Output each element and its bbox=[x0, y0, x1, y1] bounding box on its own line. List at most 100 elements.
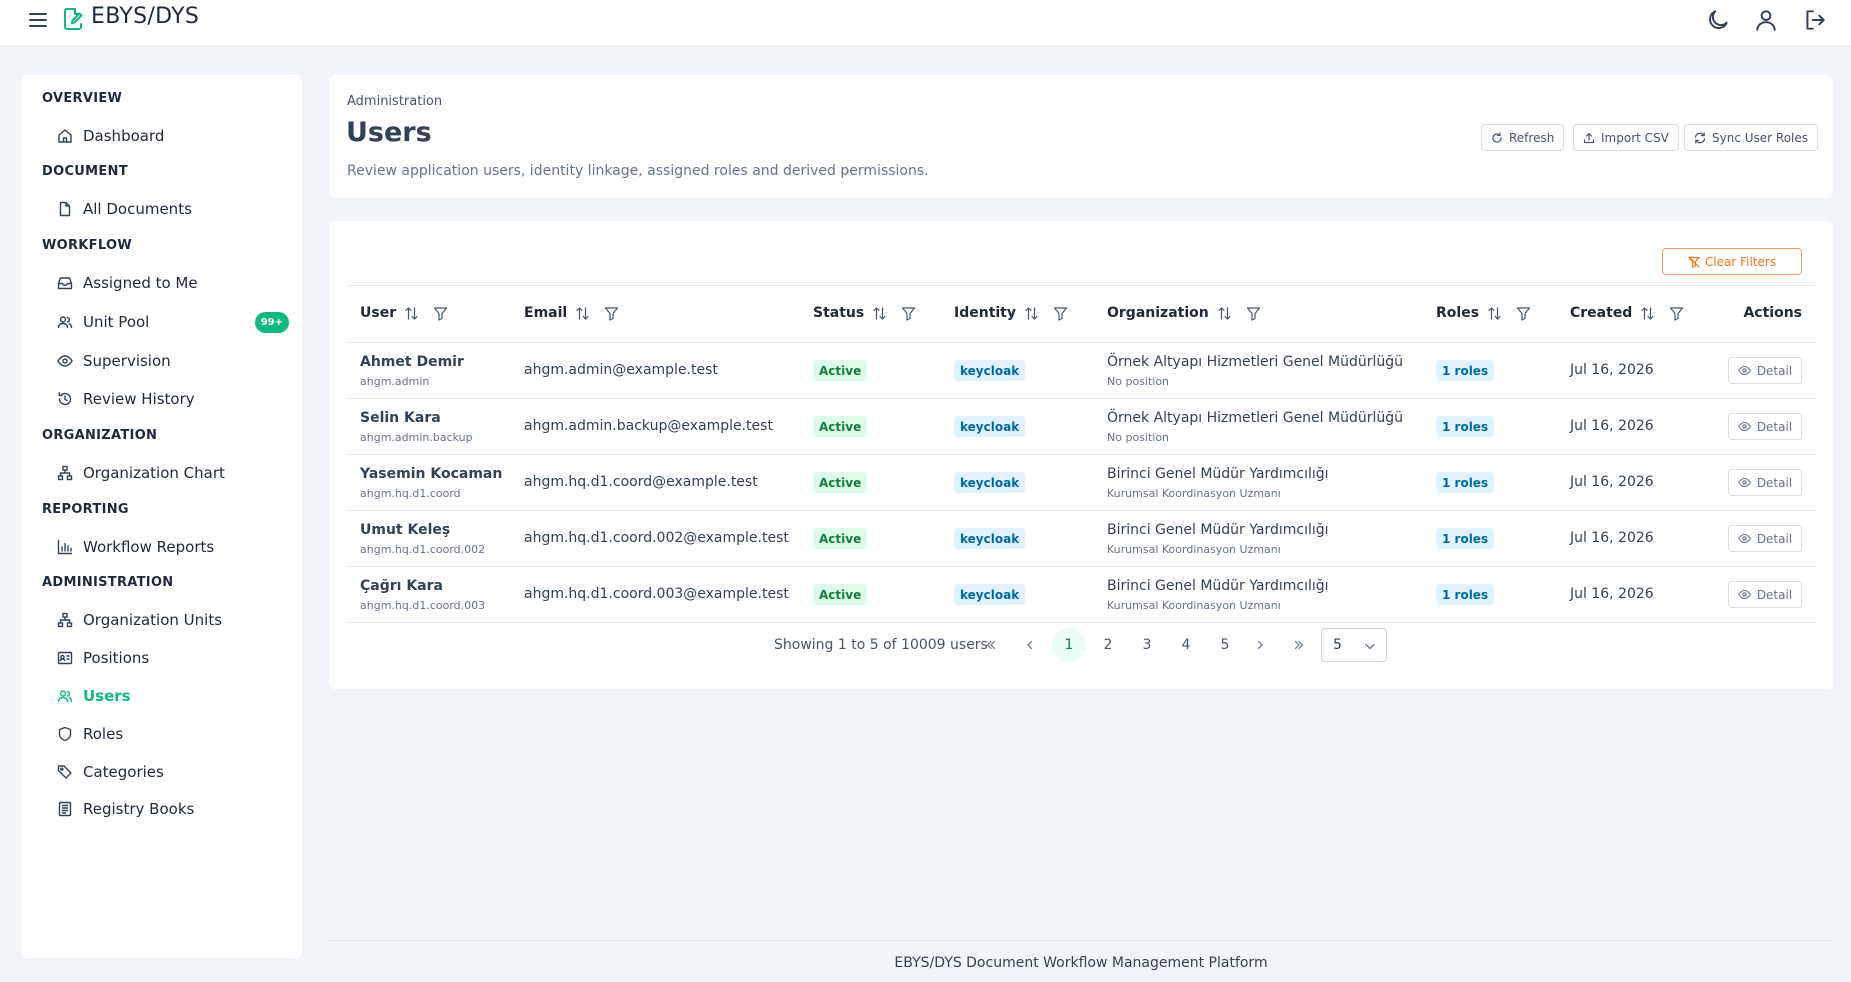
sort-icon[interactable] bbox=[1024, 306, 1039, 321]
sitemap-icon bbox=[57, 465, 73, 481]
page-title: Users bbox=[346, 117, 432, 148]
column-header-user[interactable]: User bbox=[360, 305, 448, 321]
filter-slash-icon bbox=[1688, 255, 1700, 268]
sync-user-roles-button[interactable]: Sync User Roles bbox=[1684, 124, 1819, 151]
detail-button[interactable]: Detail bbox=[1728, 581, 1802, 608]
column-header-organization[interactable]: Organization bbox=[1107, 305, 1261, 321]
sidebar-item-categories[interactable]: Categories bbox=[57, 756, 293, 788]
column-header-label: Status bbox=[813, 305, 865, 321]
organization-position: Kurumsal Koordinasyon Uzmanı bbox=[1107, 599, 1281, 612]
sidebar-item-unit-pool[interactable]: Unit Pool 99+ bbox=[57, 306, 293, 338]
organization-name: Birinci Genel Müdür Yardımcılığı bbox=[1107, 578, 1329, 594]
column-header-label: Roles bbox=[1436, 305, 1480, 321]
hamburger-menu-icon[interactable] bbox=[26, 8, 50, 32]
sort-icon[interactable] bbox=[404, 306, 419, 321]
column-header-created[interactable]: Created bbox=[1570, 305, 1684, 321]
sort-icon[interactable] bbox=[575, 306, 590, 321]
filter-icon[interactable] bbox=[1516, 306, 1531, 321]
sort-icon[interactable] bbox=[1217, 306, 1232, 321]
next-page-button[interactable] bbox=[1243, 628, 1277, 662]
table-row[interactable]: Umut Keleş ahgm.hq.d1.coord.002 ahgm.hq.d1… bbox=[347, 511, 1815, 567]
table-row[interactable]: Yasemin Kocaman ahgm.hq.d1.coord ahgm.hq.d… bbox=[347, 455, 1815, 511]
chevron-right-icon bbox=[1253, 638, 1267, 652]
user-name: Selin Kara bbox=[360, 410, 441, 426]
sidebar-item-positions[interactable]: Positions bbox=[57, 642, 293, 674]
sidebar-item-supervision[interactable]: Supervision bbox=[57, 345, 293, 377]
sort-icon[interactable] bbox=[1640, 306, 1655, 321]
dark-mode-moon-icon[interactable] bbox=[1705, 7, 1731, 33]
user-login: ahgm.admin.backup bbox=[360, 431, 473, 444]
detail-button[interactable]: Detail bbox=[1728, 469, 1802, 496]
filter-icon[interactable] bbox=[1246, 306, 1261, 321]
sidebar-item-organization-chart[interactable]: Organization Chart bbox=[57, 457, 293, 489]
sidebar-section-administration: ADMINISTRATION bbox=[42, 575, 174, 590]
page-header-card: Administration Users Review application … bbox=[329, 75, 1833, 198]
sidebar-item-registry-books[interactable]: Registry Books bbox=[57, 793, 293, 825]
sidebar-item-review-history[interactable]: Review History bbox=[57, 383, 293, 415]
sidebar-item-organization-units[interactable]: Organization Units bbox=[57, 604, 293, 636]
id-card-icon bbox=[57, 650, 73, 666]
eye-icon bbox=[1737, 588, 1751, 601]
sidebar-item-assigned-to-me[interactable]: Assigned to Me bbox=[57, 267, 293, 299]
inbox-icon bbox=[57, 275, 73, 291]
user-profile-icon[interactable] bbox=[1753, 7, 1779, 33]
user-email: ahgm.admin@example.test bbox=[524, 362, 718, 378]
created-date: Jul 16, 2026 bbox=[1570, 530, 1654, 546]
rows-per-page-select[interactable]: 5 bbox=[1321, 628, 1387, 662]
column-header-label: Identity bbox=[954, 305, 1017, 321]
column-header-identity[interactable]: Identity bbox=[954, 305, 1068, 321]
import-csv-button[interactable]: Import CSV bbox=[1573, 124, 1679, 151]
app-title: EBYS/DYS bbox=[91, 4, 200, 29]
sort-icon[interactable] bbox=[872, 306, 887, 321]
sort-icon[interactable] bbox=[1487, 306, 1502, 321]
sync-icon bbox=[1694, 131, 1706, 144]
organization-name: Birinci Genel Müdür Yardımcılığı bbox=[1107, 466, 1329, 482]
column-header-label: Email bbox=[524, 305, 568, 321]
page-button-1[interactable]: 1 bbox=[1052, 628, 1086, 662]
table-row[interactable]: Ahmet Demir ahgm.admin ahgm.admin@example.… bbox=[347, 343, 1815, 399]
sidebar-item-roles[interactable]: Roles bbox=[57, 718, 293, 750]
refresh-button[interactable]: Refresh bbox=[1481, 124, 1565, 151]
created-date: Jul 16, 2026 bbox=[1570, 586, 1654, 602]
sidebar-item-all-documents[interactable]: All Documents bbox=[57, 193, 293, 225]
eye-icon bbox=[1737, 476, 1751, 489]
sidebar-item-label: Registry Books bbox=[83, 800, 195, 818]
detail-button[interactable]: Detail bbox=[1728, 357, 1802, 384]
sidebar-item-workflow-reports[interactable]: Workflow Reports bbox=[57, 531, 293, 563]
identity-badge: keycloak bbox=[954, 416, 1026, 437]
sidebar-item-users[interactable]: Users bbox=[57, 680, 293, 712]
sitemap-icon bbox=[57, 612, 73, 628]
filter-icon[interactable] bbox=[1669, 306, 1684, 321]
user-name: Ahmet Demir bbox=[360, 354, 464, 370]
page-button-3[interactable]: 3 bbox=[1130, 628, 1164, 662]
filter-icon[interactable] bbox=[433, 306, 448, 321]
sidebar-item-label: Assigned to Me bbox=[83, 274, 198, 292]
logout-icon[interactable] bbox=[1802, 7, 1828, 33]
clear-filters-button[interactable]: Clear Filters bbox=[1662, 248, 1802, 275]
filter-icon[interactable] bbox=[901, 306, 916, 321]
roles-badge: 1 roles bbox=[1436, 584, 1495, 605]
table-row[interactable]: Çağrı Kara ahgm.hq.d1.coord.003 ahgm.hq.d1… bbox=[347, 567, 1815, 623]
sidebar-item-label: Review History bbox=[83, 390, 195, 408]
sidebar: OVERVIEW Dashboard DOCUMENT All Document… bbox=[21, 75, 302, 958]
column-header-status[interactable]: Status bbox=[813, 305, 916, 321]
page-button-5[interactable]: 5 bbox=[1208, 628, 1242, 662]
table-row[interactable]: Selin Kara ahgm.admin.backup ahgm.admin.ba… bbox=[347, 399, 1815, 455]
page-button-2[interactable]: 2 bbox=[1091, 628, 1125, 662]
filter-icon[interactable] bbox=[1053, 306, 1068, 321]
first-page-button[interactable] bbox=[974, 628, 1008, 662]
page-button-4[interactable]: 4 bbox=[1169, 628, 1203, 662]
tags-icon bbox=[57, 764, 73, 780]
breadcrumb[interactable]: Administration bbox=[347, 94, 442, 109]
filter-icon[interactable] bbox=[604, 306, 619, 321]
previous-page-button[interactable] bbox=[1013, 628, 1047, 662]
column-header-roles[interactable]: Roles bbox=[1436, 305, 1531, 321]
detail-button[interactable]: Detail bbox=[1728, 525, 1802, 552]
sidebar-item-dashboard[interactable]: Dashboard bbox=[57, 120, 293, 152]
users-table: User Email Status Identity Organization Roles… bbox=[347, 285, 1815, 623]
history-icon bbox=[57, 391, 73, 407]
last-page-button[interactable] bbox=[1282, 628, 1316, 662]
column-header-label: Actions bbox=[1743, 305, 1802, 321]
column-header-email[interactable]: Email bbox=[524, 305, 619, 321]
detail-button[interactable]: Detail bbox=[1728, 413, 1802, 440]
